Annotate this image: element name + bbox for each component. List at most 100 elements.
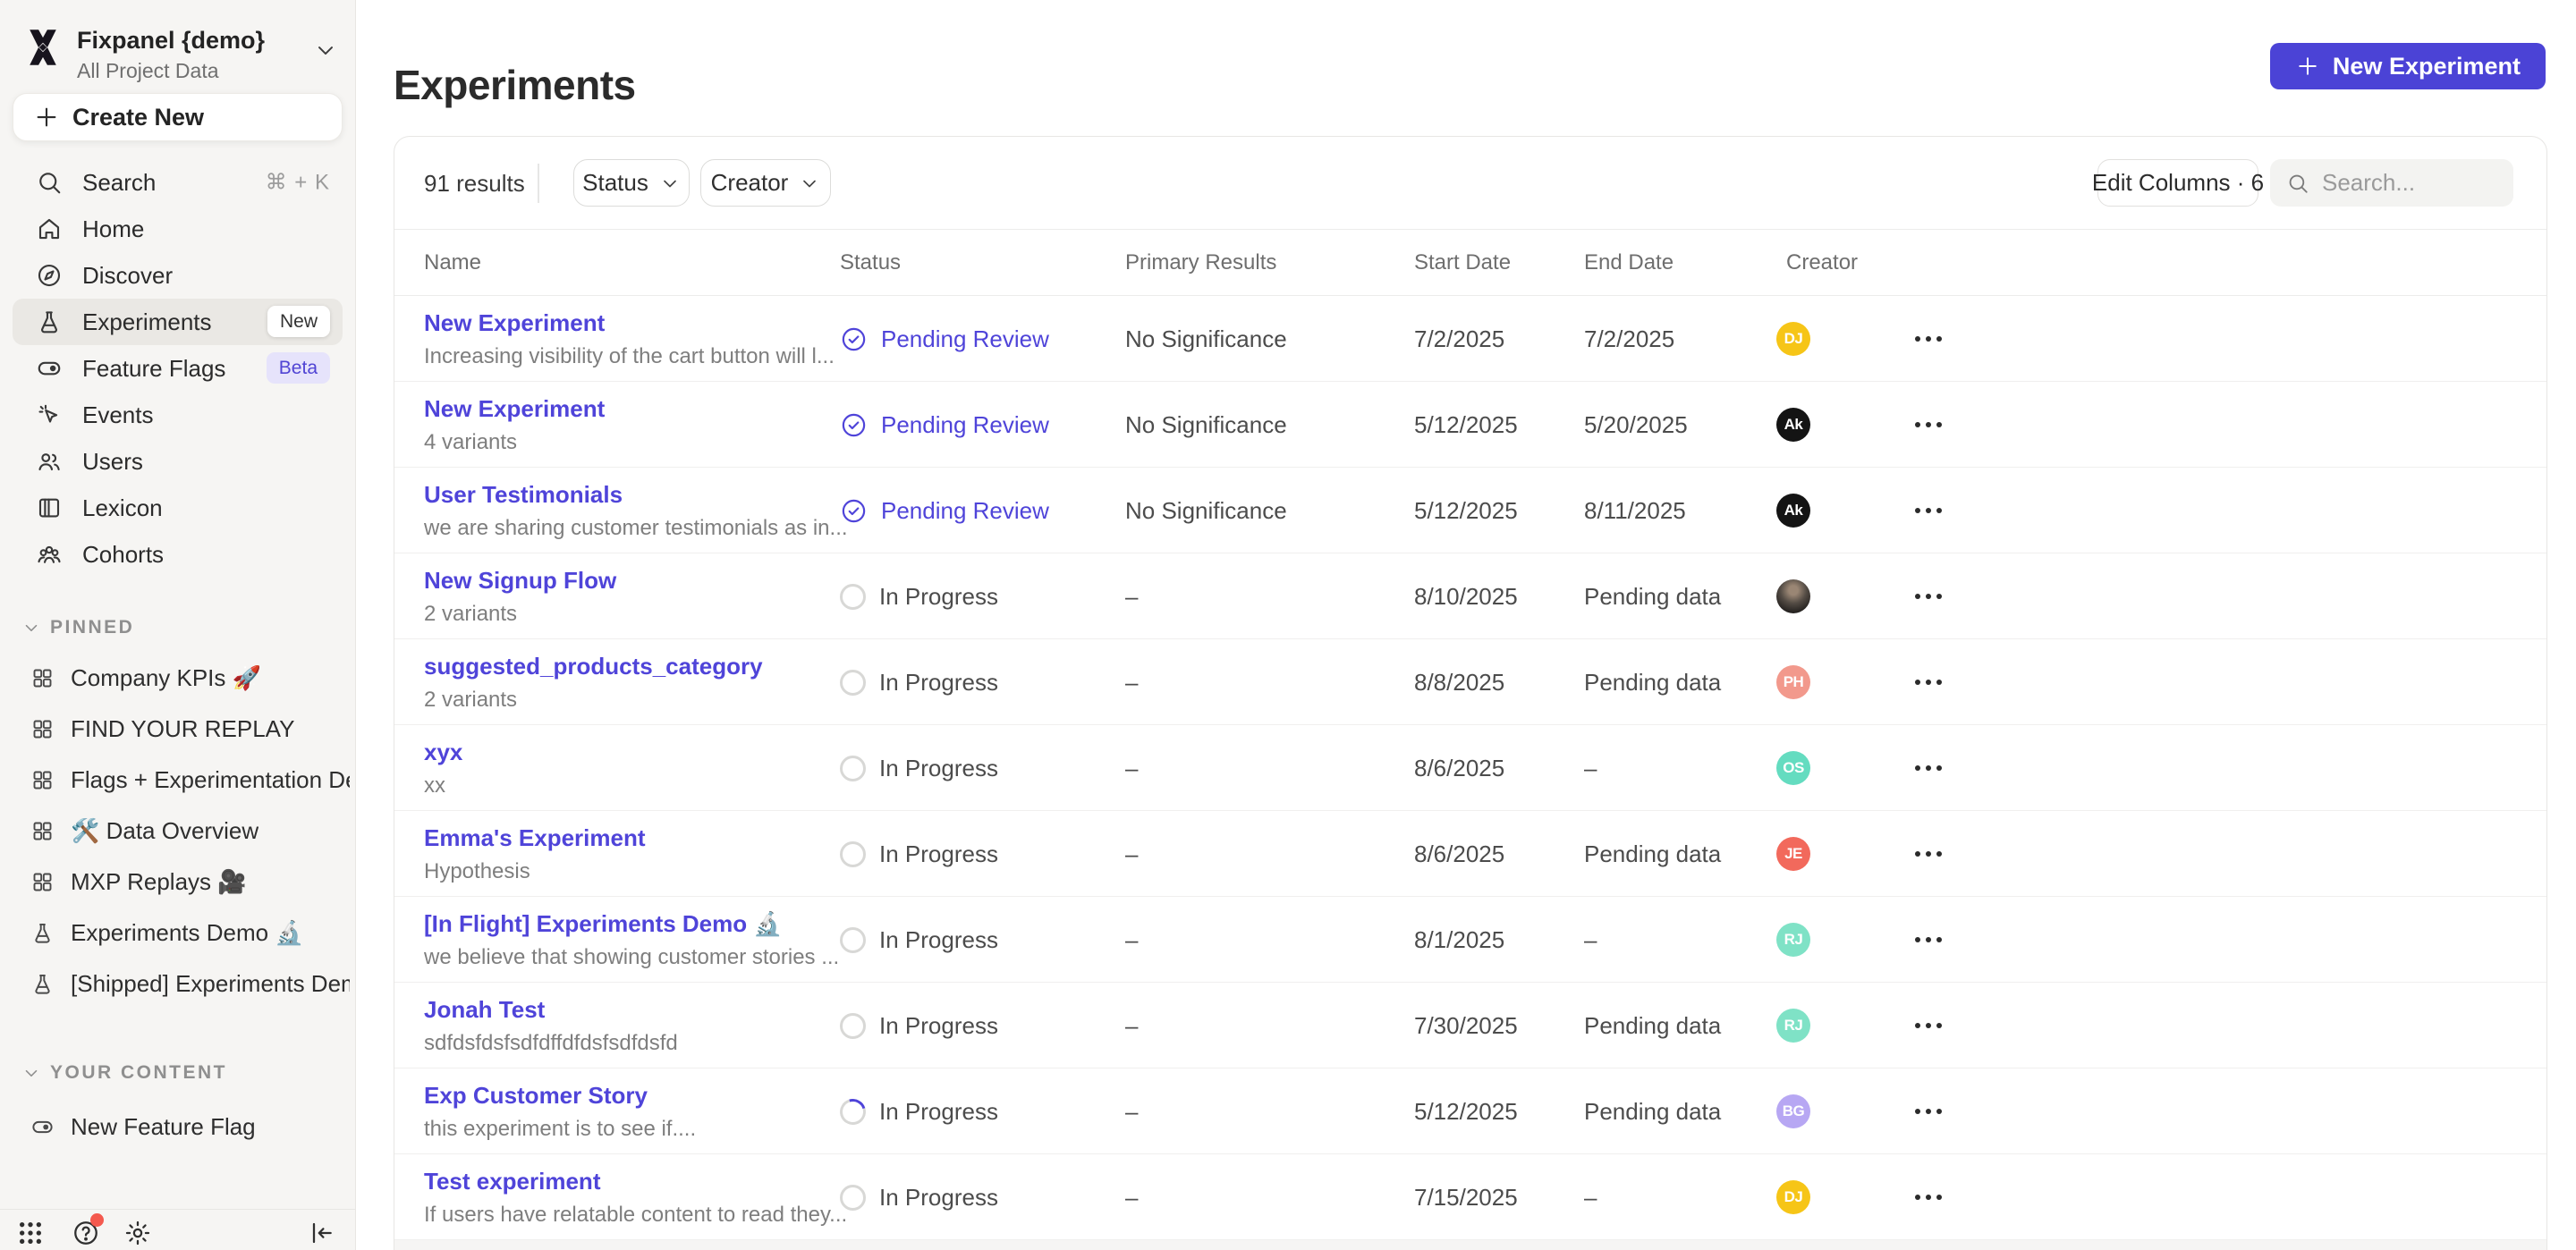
row-menu-button[interactable] <box>1915 468 1942 553</box>
sidebar-footer <box>0 1209 355 1250</box>
sidebar-item-lexicon[interactable]: Lexicon <box>13 485 343 531</box>
experiment-subtitle: If users have relatable content to read … <box>424 1203 847 1228</box>
status-label: In Progress <box>879 1012 998 1040</box>
column-header-start-date[interactable]: Start Date <box>1414 230 1511 296</box>
creator-avatar[interactable]: BG <box>1776 1094 1810 1128</box>
sidebar-pinned-item[interactable]: Company KPIs 🚀 <box>13 653 350 704</box>
sidebar-pinned-item[interactable]: 🛠️ Data Overview <box>13 806 350 857</box>
row-menu-button[interactable] <box>1915 296 1942 382</box>
search-input[interactable] <box>2322 169 2492 197</box>
start-date-cell: 5/12/2025 <box>1414 382 1518 468</box>
table-row[interactable]: New Signup Flow 2 variants In Progress –… <box>394 553 2546 639</box>
your-content-section-header[interactable]: YOUR CONTENT <box>21 1062 227 1084</box>
row-menu-button[interactable] <box>1915 725 1942 811</box>
table-row[interactable]: Emma's Experiment Hypothesis In Progress… <box>394 811 2546 897</box>
creator-avatar[interactable]: RJ <box>1776 923 1810 957</box>
table-row[interactable]: [In Flight] Experiments Demo 🔬 we believ… <box>394 897 2546 983</box>
sidebar-item-cohorts[interactable]: Cohorts <box>13 531 343 578</box>
creator-avatar[interactable]: RJ <box>1776 1009 1810 1043</box>
creator-filter-dropdown[interactable]: Creator <box>700 159 831 207</box>
creator-avatar[interactable] <box>1776 579 1810 613</box>
table-row[interactable]: Test experiment If users have relatable … <box>394 1154 2546 1240</box>
experiment-name-link[interactable]: Jonah Test <box>424 996 545 1024</box>
creator-avatar[interactable]: PH <box>1776 665 1810 699</box>
row-menu-button[interactable] <box>1915 1154 1942 1240</box>
collapse-sidebar-icon[interactable] <box>307 1219 335 1247</box>
creator-avatar[interactable]: Ak <box>1776 408 1810 442</box>
sidebar-pinned-item[interactable]: MXP Replays 🎥 <box>13 857 350 908</box>
toggle-icon <box>30 1115 55 1139</box>
start-date-cell: 8/8/2025 <box>1414 639 1504 725</box>
table-row[interactable]: Exp Customer Story this experiment is to… <box>394 1068 2546 1154</box>
start-date-cell: 5/12/2025 <box>1414 468 1518 553</box>
sidebar-pinned-item[interactable]: [Shipped] Experiments Demo 🖊️ <box>13 959 350 1009</box>
fixpanel-logo-icon <box>25 27 61 68</box>
board-icon <box>30 666 55 690</box>
creator-avatar[interactable]: DJ <box>1776 1180 1810 1214</box>
sidebar-item-events[interactable]: Events <box>13 392 343 438</box>
sidebar-item-discover[interactable]: Discover <box>13 252 343 299</box>
experiment-name-link[interactable]: Emma's Experiment <box>424 824 646 852</box>
experiment-name-link[interactable]: [In Flight] Experiments Demo 🔬 <box>424 910 783 938</box>
settings-gear-icon[interactable] <box>123 1219 152 1247</box>
sidebar-pinned-item[interactable]: Flags + Experimentation Demo , <box>13 755 350 806</box>
experiment-name-link[interactable]: New Experiment <box>424 395 605 423</box>
experiment-name-link[interactable]: New Signup Flow <box>424 567 616 595</box>
experiment-name-link[interactable]: Test experiment <box>424 1168 600 1195</box>
help-icon[interactable] <box>72 1219 100 1247</box>
table-row[interactable]: New Experiment 4 variants Pending Review… <box>394 382 2546 468</box>
status-label: In Progress <box>879 1098 998 1126</box>
row-menu-button[interactable] <box>1915 983 1942 1068</box>
end-date-cell: 7/2/2025 <box>1584 296 1674 382</box>
table-row[interactable]: suggested_products_category 2 variants I… <box>394 639 2546 725</box>
edit-columns-button[interactable]: Edit Columns · 6 <box>2097 159 2258 207</box>
column-header-end-date[interactable]: End Date <box>1584 230 1674 296</box>
apps-grid-icon[interactable] <box>16 1219 45 1247</box>
column-header-primary-results[interactable]: Primary Results <box>1125 230 1276 296</box>
sidebar-item-search[interactable]: Search ⌘ + K <box>13 159 343 206</box>
row-menu-button[interactable] <box>1915 639 1942 725</box>
row-menu-button[interactable] <box>1915 553 1942 639</box>
status-label: Pending Review <box>881 411 1049 439</box>
column-header-status[interactable]: Status <box>840 230 901 296</box>
pinned-section-header[interactable]: PINNED <box>21 617 134 638</box>
experiment-name-link[interactable]: User Testimonials <box>424 481 623 509</box>
table-row[interactable]: Jonah Test sdfdsfdsfsdfdffdfdsfsdfdsfd I… <box>394 983 2546 1068</box>
row-menu-button[interactable] <box>1915 897 1942 983</box>
sidebar-pinned-item[interactable]: FIND YOUR REPLAY <box>13 704 350 755</box>
primary-results-cell: – <box>1125 811 1138 897</box>
column-header-creator[interactable]: Creator <box>1786 230 1858 296</box>
experiment-name-link[interactable]: suggested_products_category <box>424 653 763 680</box>
create-new-button[interactable]: Create New <box>13 93 343 141</box>
start-date-cell: 8/6/2025 <box>1414 725 1504 811</box>
creator-avatar[interactable]: Ak <box>1776 494 1810 528</box>
table-row[interactable]: User Testimonials we are sharing custome… <box>394 468 2546 553</box>
workspace-chevron-down-icon[interactable] <box>313 38 338 63</box>
chevron-down-icon <box>799 173 820 194</box>
experiment-name-link[interactable]: xyx <box>424 739 462 766</box>
table-row[interactable]: xyx xx In Progress – 8/6/2025 – OS <box>394 725 2546 811</box>
experiment-name-link[interactable]: Exp Customer Story <box>424 1082 648 1110</box>
row-menu-button[interactable] <box>1915 382 1942 468</box>
sidebar-item-feature-flags[interactable]: Feature Flags Beta <box>13 345 343 392</box>
status-filter-dropdown[interactable]: Status <box>573 159 690 207</box>
column-header-name[interactable]: Name <box>424 230 481 296</box>
row-menu-button[interactable] <box>1915 811 1942 897</box>
experiment-name-link[interactable]: New Experiment <box>424 309 605 337</box>
table-search[interactable] <box>2270 159 2513 207</box>
creator-avatar[interactable]: JE <box>1776 837 1810 871</box>
sidebar-item-experiments[interactable]: Experiments New <box>13 299 343 345</box>
sidebar-pinned-item[interactable]: New Feature Flag <box>13 1102 350 1153</box>
new-experiment-button[interactable]: New Experiment <box>2270 43 2546 89</box>
workspace-name[interactable]: Fixpanel {demo} <box>77 27 265 55</box>
status-cell: In Progress <box>840 811 998 897</box>
row-menu-button[interactable] <box>1915 1068 1942 1154</box>
creator-avatar[interactable]: OS <box>1776 751 1810 785</box>
sidebar-item-home[interactable]: Home <box>13 206 343 252</box>
creator-avatar[interactable]: DJ <box>1776 322 1810 356</box>
sidebar-pinned-item[interactable]: Experiments Demo 🔬 <box>13 908 350 959</box>
sidebar-item-users[interactable]: Users <box>13 438 343 485</box>
events-icon <box>36 401 63 428</box>
table-row[interactable]: New Experiment Increasing visibility of … <box>394 296 2546 382</box>
nav-label: Experiments <box>82 308 212 336</box>
